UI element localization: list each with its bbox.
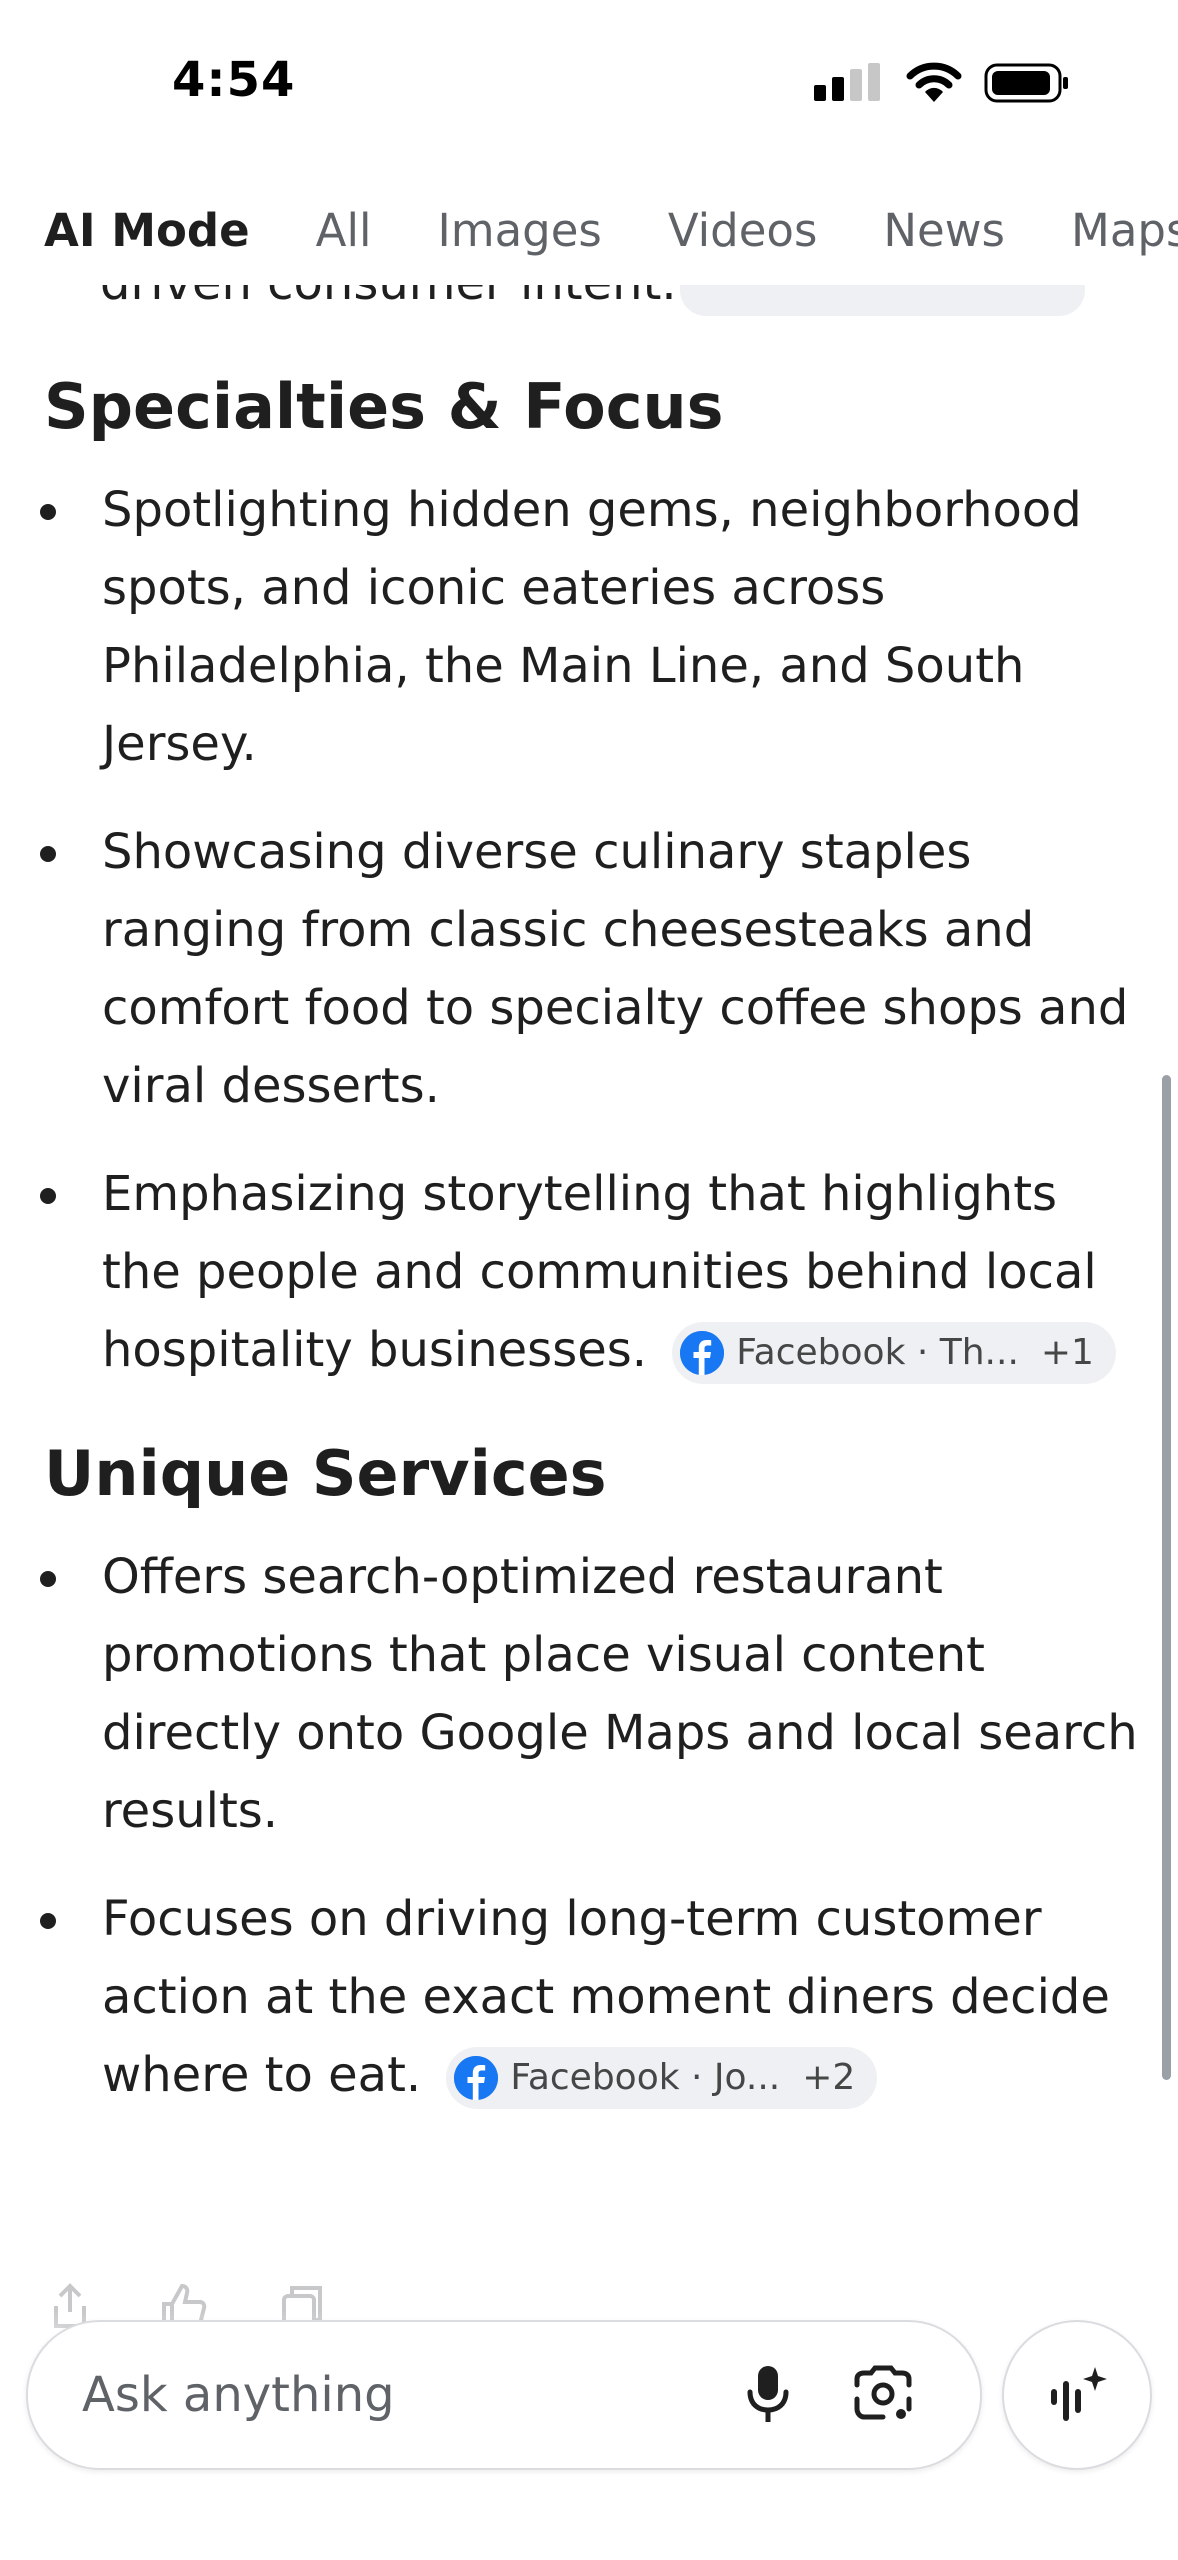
section-heading: Unique Services [44, 1437, 607, 1510]
list-item-text: Offers search-optimized restaurant promo… [102, 1549, 1138, 1839]
source-chip[interactable]: Facebook · Jo... +2 [446, 2047, 878, 2109]
source-chip-label: Facebook · Jo... [510, 2057, 781, 2098]
tab-ai-mode[interactable]: AI Mode [44, 204, 250, 257]
section-specialties: Specialties & Focus Spotlighting hidden … [0, 370, 1178, 1389]
tab-maps[interactable]: Maps [1071, 204, 1178, 257]
voice-sparkle-icon [1051, 2367, 1107, 2421]
search-box [26, 2320, 982, 2470]
status-time: 4:54 [172, 52, 296, 108]
source-chip[interactable]: Facebook · Th... +1 [672, 1322, 1116, 1384]
lens-camera-icon [854, 2365, 912, 2420]
tab-images[interactable]: Images [437, 204, 601, 257]
tab-all[interactable]: All [316, 204, 372, 257]
bullet-list: Offers search-optimized restaurant promo… [0, 1538, 1178, 2114]
section-heading: Specialties & Focus [44, 370, 724, 443]
source-chip-label: Facebook · Th... [736, 1332, 1019, 1373]
wifi-icon [906, 62, 962, 102]
tab-videos[interactable]: Videos [668, 204, 818, 257]
ai-response: Specialties & Focus Spotlighting hidden … [0, 370, 1178, 2144]
source-chip-count: +2 [802, 2057, 856, 2098]
facebook-icon [680, 1331, 725, 1375]
battery-icon [984, 63, 1068, 103]
scrollbar[interactable] [1162, 1075, 1171, 2080]
cellular-signal-icon [814, 63, 880, 101]
search-tabs: AI Mode All Images Videos News Maps [0, 195, 1178, 265]
list-item: Spotlighting hidden gems, neighborhood s… [0, 471, 1178, 783]
list-item: Emphasizing storytelling that highlights… [0, 1155, 1178, 1389]
list-item: Showcasing diverse culinary staples rang… [0, 813, 1178, 1125]
list-item-text: Spotlighting hidden gems, neighborhood s… [102, 482, 1082, 772]
list-item: Focuses on driving long-term customer ac… [0, 1880, 1178, 2114]
section-unique-services: Unique Services Offers search-optimized … [0, 1437, 1178, 2114]
status-bar: 4:54 [0, 0, 1178, 170]
tab-news[interactable]: News [883, 204, 1005, 257]
list-item-text: Showcasing diverse culinary staples rang… [102, 824, 1129, 1114]
mic-icon [747, 2366, 789, 2422]
mic-button[interactable] [736, 2362, 800, 2426]
facebook-icon [454, 2056, 499, 2100]
status-icons [814, 62, 1070, 104]
source-chip-count: +1 [1040, 1332, 1094, 1373]
list-item: Offers search-optimized restaurant promo… [0, 1538, 1178, 1850]
bullet-list: Spotlighting hidden gems, neighborhood s… [0, 471, 1178, 1389]
search-input[interactable] [80, 2358, 704, 2432]
voice-mode-button[interactable] [1002, 2320, 1152, 2470]
lens-button[interactable] [848, 2362, 918, 2426]
